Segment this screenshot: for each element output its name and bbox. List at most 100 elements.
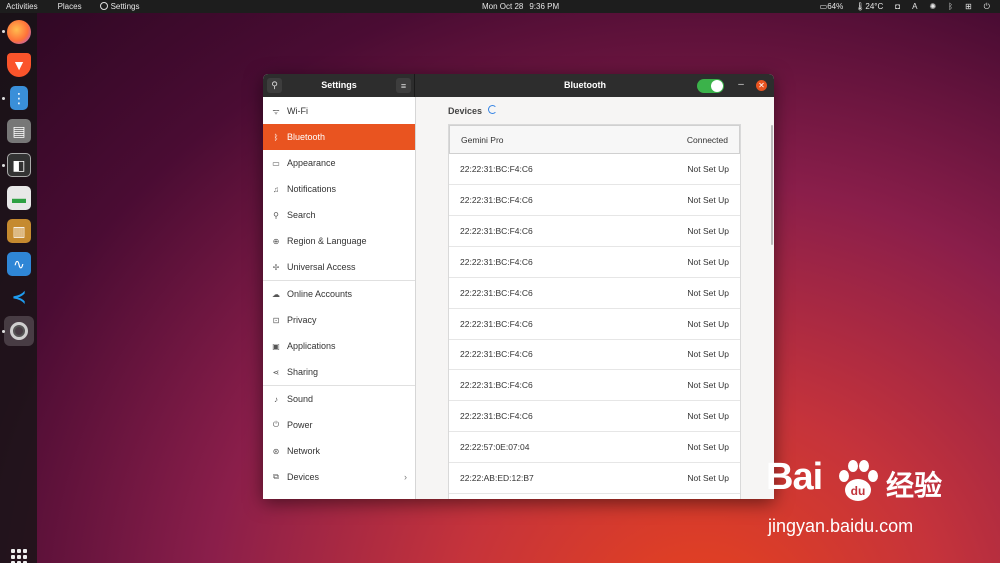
bell-icon: ♫ [273, 184, 279, 194]
device-name: 22:22:31:BC:F4:C6 [460, 349, 533, 360]
device-status: Not Set Up [687, 442, 729, 453]
battery-indicator[interactable]: ▭64% [820, 2, 844, 11]
monitor-icon: ▭ [272, 158, 280, 168]
accessibility-icon: ✢ [272, 262, 280, 272]
activities-button[interactable]: Activities [0, 2, 44, 11]
settings-dock-icon[interactable] [4, 316, 34, 346]
vscode-icon[interactable]: ≺ [7, 285, 31, 309]
devices-list: Gemini Pro Connected 22:22:31:BC:F4:C6 Not … [448, 124, 741, 499]
sidebar-item-label: Applications [287, 341, 336, 351]
settings-icon [10, 322, 28, 340]
device-name: 22:22:31:BC:F4:C6 [460, 287, 533, 298]
search-icon: ⚲ [271, 80, 278, 90]
places-menu[interactable]: Places [52, 2, 88, 11]
system-monitor-icon[interactable]: ∿ [7, 252, 31, 276]
device-row[interactable]: 22:22:31:BC:F4:C6 Not Set Up [449, 370, 740, 402]
sidebar-separator [263, 385, 415, 386]
settings-window: ⚲ Settings ≡ Bluetooth – ✕ ᯤ Wi-Fi ᛒ Blueto… [263, 74, 774, 499]
book-icon[interactable]: ▥ [7, 219, 31, 243]
bluetooth-icon: ᛒ [273, 132, 279, 142]
sidebar-item-label: Sharing [287, 367, 319, 377]
app-menu-label: Settings [110, 2, 140, 11]
share-icon: ⋖ [272, 367, 280, 377]
hamburger-icon: ≡ [400, 80, 407, 91]
device-row[interactable]: 22:22:31:BC:F4:C6 Not Set Up [449, 216, 740, 247]
applications-icon: ▣ [272, 341, 280, 351]
sidebar-item-search[interactable]: ⚲ Search [263, 202, 415, 228]
device-row[interactable]: 22:22:31:BC:F4:C6 Not Set Up [449, 309, 740, 340]
baidu-watermark: Bai du 经验 jingyan.baidu.com [766, 456, 956, 546]
search-button[interactable]: ⚲ [267, 78, 282, 93]
bluetooth-toggle[interactable] [697, 79, 724, 93]
sidebar-item-power[interactable]: ⏻ Power [263, 412, 415, 438]
network-tray-icon[interactable]: ⊞ [965, 2, 972, 11]
date-label: Mon Oct 28 [482, 2, 524, 11]
remote-desktop-icon[interactable]: ◧ [7, 153, 31, 177]
device-row[interactable]: 22:22:AB:ED:12:B7 Not Set Up [449, 463, 740, 494]
sidebar-item-sound[interactable]: ♪ Sound [263, 386, 415, 412]
system-tray[interactable]: ▭64% 🌡24°C ◘ A ✺ ᛒ ⊞ ⏻ [820, 0, 990, 13]
device-row[interactable]: 22:22:31:BC:F4:C6 Not Set Up [449, 185, 740, 216]
sidebar-item-online-accounts[interactable]: ☁ Online Accounts [263, 281, 415, 307]
device-row[interactable]: Gemini Pro Connected [449, 125, 740, 154]
device-row[interactable]: 22:22:31:BC:F4:C6 Not Set Up [449, 401, 740, 433]
device-row[interactable]: 22:22:31:BC:F4:C6 Not Set Up [449, 339, 740, 371]
sidebar-item-label: Sound [287, 394, 314, 404]
devices-icon: ⧉ [273, 472, 279, 481]
device-row[interactable]: 22:22:57:0E:07:04 Not Set Up [449, 432, 740, 464]
device-row[interactable]: 22:22:31:BC:F4:C6 Not Set Up [449, 154, 740, 185]
gear-icon [99, 2, 108, 10]
sidebar-item-sharing[interactable]: ⋖ Sharing [263, 359, 415, 385]
running-indicator [2, 164, 5, 167]
network-icon: ⊛ [272, 446, 280, 456]
sidebar-item-devices[interactable]: ⧉ Devices › [263, 464, 415, 490]
sidebar-item-region-language[interactable]: ⊕ Region & Language [263, 228, 415, 254]
sidebar-item-network[interactable]: ⊛ Network [263, 438, 415, 464]
device-status: Not Set Up [687, 318, 729, 329]
sidebar-item-label: Region & Language [287, 236, 367, 246]
minimize-button[interactable]: – [736, 79, 746, 92]
app-menu[interactable]: Settings [94, 2, 146, 11]
device-row[interactable]: 22:22:31:BC:F4:C6 Not Set Up [449, 247, 740, 278]
scrollbar[interactable] [771, 125, 773, 245]
input-source-indicator[interactable]: A [912, 2, 917, 11]
clock[interactable]: Mon Oct 28 9:36 PM [482, 0, 565, 13]
sidebar-item-wi-fi[interactable]: ᯤ Wi-Fi [263, 98, 415, 124]
paw-logo-icon: du [839, 460, 878, 501]
installer-icon[interactable]: ▤ [7, 119, 31, 143]
camera-icon[interactable]: ◘ [895, 2, 900, 11]
header-bar: ⚲ Settings ≡ Bluetooth – ✕ [263, 74, 774, 97]
running-indicator [2, 30, 5, 33]
brightness-icon[interactable]: ✺ [929, 2, 936, 11]
show-applications-button[interactable] [11, 549, 27, 563]
sidebar-item-appearance[interactable]: ▭ Appearance [263, 150, 415, 176]
sidebar-item-applications[interactable]: ▣ Applications [263, 333, 415, 359]
watermark-url: jingyan.baidu.com [768, 516, 914, 536]
files-icon[interactable]: ⋮ [10, 86, 28, 110]
sidebar-item-universal-access[interactable]: ✢ Universal Access [263, 254, 415, 280]
bluetooth-panel: Devices Gemini Pro Connected 22:22:31:BC:F… [416, 97, 774, 499]
device-status: Not Set Up [687, 473, 729, 483]
brave-icon[interactable]: ▼ [7, 53, 31, 77]
firefox-icon[interactable] [7, 20, 31, 44]
device-status: Not Set Up [687, 194, 729, 205]
search-icon: ⚲ [273, 210, 279, 220]
device-row[interactable]: 22:22:31:BC:F4:C6 Not Set Up [449, 278, 740, 309]
chevron-right-icon: › [404, 472, 407, 482]
sidebar-title: Settings [321, 80, 357, 90]
sidebar-item-privacy[interactable]: ⊡ Privacy [263, 307, 415, 333]
device-name: 22:22:31:BC:F4:C6 [460, 256, 533, 267]
device-name: 22:22:31:BC:F4:C6 [460, 318, 533, 329]
sidebar-item-notifications[interactable]: ♫ Notifications [263, 176, 415, 202]
device-status: Not Set Up [687, 225, 729, 236]
sidebar-item-bluetooth[interactable]: ᛒ Bluetooth [263, 124, 415, 150]
power-menu-icon[interactable]: ⏻ [984, 2, 990, 12]
sidebar-item-label: Bluetooth [287, 132, 326, 142]
temperature-indicator[interactable]: 🌡24°C [855, 2, 883, 11]
switcher-icon[interactable]: ▬ [7, 186, 31, 210]
watermark-logo: Bai [766, 456, 823, 498]
menu-button[interactable]: ≡ [396, 78, 411, 93]
bluetooth-tray-icon[interactable]: ᛒ [948, 2, 953, 11]
sidebar-header: ⚲ Settings ≡ [263, 74, 415, 97]
close-button[interactable]: ✕ [756, 80, 767, 91]
